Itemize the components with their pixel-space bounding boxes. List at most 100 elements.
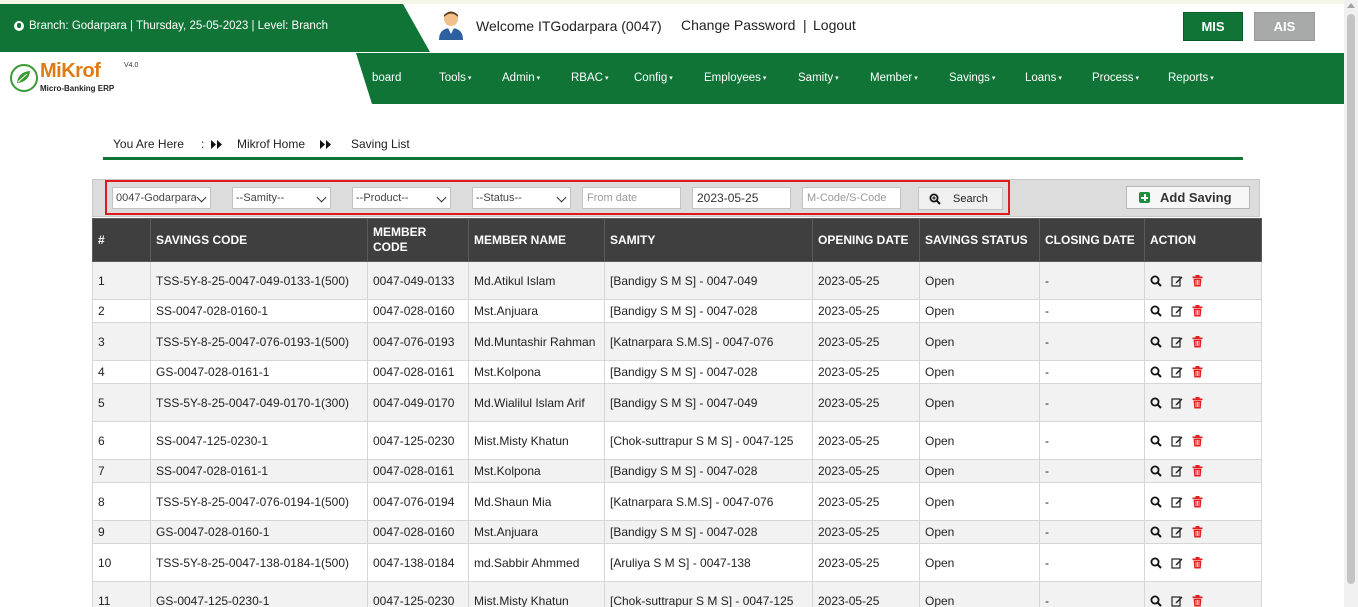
breadcrumb-home-link[interactable]: Mikrof Home [237,137,305,151]
action-cell [1144,543,1262,582]
edit-icon[interactable] [1171,465,1183,477]
nav-reports[interactable]: Reports ▾ [1168,72,1214,84]
row-index: 10 [92,543,151,582]
edit-icon[interactable] [1171,496,1183,508]
action-cell [1144,383,1262,422]
action-cell [1144,261,1262,300]
member-code: 0047-028-0160 [367,520,469,544]
savings-status: Open [919,299,1040,323]
branch-info-bar: Branch: Godarpara | Thursday, 25-05-2023… [0,4,430,52]
nav-rbac[interactable]: RBAC ▾ [571,72,608,84]
samity-name: [Bandigy S M S] - 0047-049 [604,261,813,300]
edit-icon[interactable] [1171,557,1183,569]
search-icon[interactable] [1150,557,1162,569]
logout-link[interactable]: Logout [813,17,856,33]
search-icon[interactable] [1150,595,1162,607]
trash-icon[interactable] [1192,335,1203,348]
search-icon[interactable] [1150,435,1162,447]
samity-name: [Katnarpara S.M.S] - 0047-076 [604,322,813,361]
edit-icon[interactable] [1171,397,1183,409]
caret-down-icon: ▾ [1135,75,1140,82]
search-icon[interactable] [1150,526,1162,538]
samity-name: [Chok-suttrapur S M S] - 0047-125 [604,581,813,607]
add-saving-button[interactable]: Add Saving [1126,186,1250,209]
col-header-savings-code: SAVINGS CODE [150,218,368,262]
edit-icon[interactable] [1171,366,1183,378]
action-cell [1144,421,1262,460]
globe-icon [14,21,24,31]
trash-icon[interactable] [1192,396,1203,409]
edit-icon[interactable] [1171,305,1183,317]
trash-icon[interactable] [1192,366,1203,378]
nav-samity[interactable]: Samity ▾ [798,72,839,84]
action-cell [1144,322,1262,361]
search-icon[interactable] [1150,397,1162,409]
savings-code: TSS-5Y-8-25-0047-076-0193-1(500) [150,322,368,361]
mis-button[interactable]: MIS [1183,12,1243,41]
breadcrumb-prefix: You Are Here [113,137,184,151]
col-header-member-name: MEMBER NAME [468,218,605,262]
table-body: 1 TSS-5Y-8-25-0047-049-0133-1(500) 0047-04… [92,261,1262,607]
savings-status: Open [919,421,1040,460]
savings-code: TSS-5Y-8-25-0047-076-0194-1(500) [150,482,368,521]
trash-icon[interactable] [1192,465,1203,477]
caret-down-icon: ▾ [1058,75,1062,82]
nav-config[interactable]: Config ▾ [634,72,673,84]
scroll-up-icon[interactable] [1347,3,1355,8]
edit-icon[interactable] [1171,595,1183,607]
edit-icon[interactable] [1171,435,1183,447]
member-name: Mist.Misty Khatun [468,421,605,460]
search-icon[interactable] [1150,465,1162,477]
search-icon[interactable] [1150,336,1162,348]
edit-icon[interactable] [1171,336,1183,348]
search-icon[interactable] [1150,366,1162,378]
action-cell [1144,360,1262,384]
trash-icon[interactable] [1192,434,1203,447]
closing-date: - [1039,482,1145,521]
search-icon[interactable] [1150,305,1162,317]
col-header-index: # [92,218,151,262]
edit-icon[interactable] [1171,526,1183,538]
trash-icon[interactable] [1192,556,1203,569]
trash-icon[interactable] [1192,274,1203,287]
nav-tools[interactable]: Tools ▾ [439,72,471,84]
action-cell [1144,581,1262,607]
nav-loans[interactable]: Loans ▾ [1025,72,1062,84]
trash-icon[interactable] [1192,305,1203,317]
nav-dashboard[interactable]: board [372,72,401,84]
nav-label: Process [1092,72,1134,84]
trash-icon[interactable] [1192,526,1203,538]
edit-icon[interactable] [1171,275,1183,287]
nav-member[interactable]: Member ▾ [870,72,918,84]
nav-employees[interactable]: Employees ▾ [704,72,766,84]
nav-savings[interactable]: Savings ▾ [949,72,995,84]
trash-icon[interactable] [1192,594,1203,607]
table-header-row: # SAVINGS CODE MEMBER CODE MEMBER NAME S… [92,218,1262,262]
closing-date: - [1039,360,1145,384]
closing-date: - [1039,261,1145,300]
scrollbar-thumb[interactable] [1347,14,1355,584]
nav-process[interactable]: Process ▾ [1092,72,1139,84]
trash-icon[interactable] [1192,495,1203,508]
user-avatar-icon [439,11,463,40]
nav-admin[interactable]: Admin ▾ [502,72,540,84]
ais-button[interactable]: AIS [1254,12,1315,41]
savings-code: GS-0047-125-0230-1 [150,581,368,607]
change-password-link[interactable]: Change Password [681,17,795,33]
search-icon[interactable] [1150,275,1162,287]
closing-date: - [1039,581,1145,607]
samity-name: [Bandigy S M S] - 0047-028 [604,459,813,483]
filter-highlight [105,180,1010,215]
opening-date: 2023-05-25 [812,581,920,607]
member-name: md.Sabbir Ahmmed [468,543,605,582]
opening-date: 2023-05-25 [812,459,920,483]
table-row: 10 TSS-5Y-8-25-0047-138-0184-1(500) 0047-1… [92,543,1262,582]
member-code: 0047-125-0230 [367,581,469,607]
row-index: 6 [92,421,151,460]
search-icon[interactable] [1150,496,1162,508]
nav-label: Loans [1025,72,1057,84]
member-code: 0047-138-0184 [367,543,469,582]
samity-name: [Bandigy S M S] - 0047-028 [604,299,813,323]
opening-date: 2023-05-25 [812,482,920,521]
savings-code: SS-0047-028-0160-1 [150,299,368,323]
